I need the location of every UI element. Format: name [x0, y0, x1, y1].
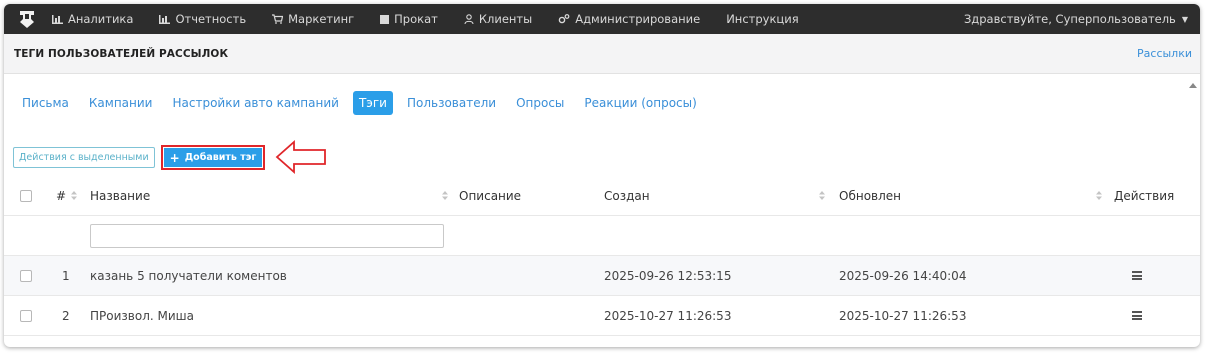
tabs: Письма Кампании Настройки авто кампаний … — [4, 74, 1200, 120]
tab-tags[interactable]: Тэги — [352, 91, 393, 115]
page-title: ТЕГИ ПОЛЬЗОВАТЕЛЕЙ РАССЫЛОК — [14, 47, 229, 60]
logo-icon[interactable] — [16, 8, 38, 30]
cart-icon — [272, 14, 284, 24]
row-checkbox[interactable] — [20, 269, 32, 282]
table-row[interactable]: 1 казань 5 получатели коментов 2025-09-2… — [4, 256, 1200, 296]
add-tag-highlight: + Добавить тэг — [160, 145, 266, 170]
add-tag-label: Добавить тэг — [184, 152, 257, 163]
table-row[interactable]: 2 ПРоизвол. Миша 2025-10-27 11:26:53 202… — [4, 296, 1200, 336]
annotation-arrow-icon — [275, 140, 326, 174]
nav-item-administration[interactable]: Администрирование — [558, 12, 700, 26]
mailings-link[interactable]: Рассылки — [1137, 47, 1192, 60]
select-all-cell — [20, 176, 32, 215]
nav-item-clients[interactable]: Клиенты — [464, 12, 532, 26]
bar-chart-icon — [52, 14, 63, 24]
nav-item-label: Прокат — [394, 12, 438, 26]
user-menu[interactable]: Здравствуйте, Суперпользователь ▼ — [964, 4, 1188, 34]
tab-polls[interactable]: Опросы — [510, 91, 570, 115]
nav-item-instructions[interactable]: Инструкция — [726, 12, 798, 26]
column-actions: Действия — [1114, 176, 1174, 215]
row-actions-menu-icon[interactable] — [1132, 271, 1142, 280]
select-all-checkbox[interactable] — [20, 189, 32, 202]
add-tag-button[interactable]: + Добавить тэг — [163, 148, 263, 167]
column-description-label: Описание — [459, 188, 522, 203]
row-name: казань 5 получатели коментов — [90, 268, 287, 283]
nav-item-label: Клиенты — [478, 12, 533, 26]
tab-poll-reactions[interactable]: Реакции (опросы) — [578, 91, 702, 115]
column-number-label: # — [56, 188, 67, 203]
nav-item-rental[interactable]: Прокат — [380, 12, 438, 26]
tab-users[interactable]: Пользователи — [401, 91, 502, 115]
row-select-cell — [20, 296, 32, 335]
sort-updated-icon[interactable] — [1096, 176, 1102, 215]
toolbar: Действия с выделенными + Добавить тэг — [13, 145, 266, 170]
nav-item-label: Администрирование — [575, 12, 701, 26]
bar-chart-icon — [159, 14, 171, 24]
user-icon — [464, 14, 474, 24]
row-created: 2025-09-26 12:53:15 — [604, 268, 732, 283]
column-created[interactable]: Создан — [604, 176, 650, 215]
row-updated: 2025-09-26 14:40:04 — [839, 268, 967, 283]
row-select-cell — [20, 256, 32, 295]
nav-item-marketing[interactable]: Маркетинг — [272, 12, 354, 26]
row-name: ПРоизвол. Миша — [90, 308, 194, 323]
row-actions-cell — [1132, 256, 1142, 295]
sort-icon — [71, 191, 78, 200]
top-navbar: Аналитика Отчетность Маркетинг Прокат Кл… — [4, 4, 1200, 34]
row-number: 2 — [62, 308, 70, 323]
column-actions-label: Действия — [1114, 188, 1175, 203]
name-filter-input[interactable] — [90, 223, 444, 248]
column-name[interactable]: Название — [90, 176, 150, 215]
square-icon — [380, 14, 390, 24]
nav-item-analytics[interactable]: Аналитика — [52, 12, 133, 26]
tab-auto-campaign-settings[interactable]: Настройки авто кампаний — [166, 91, 344, 115]
nav-item-label: Аналитика — [68, 12, 134, 26]
tags-table: # Название Описание Создан Обновлен Дейс… — [4, 176, 1200, 336]
column-number[interactable]: # — [56, 176, 78, 215]
table-filter-row — [4, 216, 1200, 256]
plus-icon: + — [169, 150, 180, 165]
gears-icon — [558, 14, 570, 24]
row-created: 2025-10-27 11:26:53 — [604, 308, 732, 323]
greeting-text: Здравствуйте, Суперпользователь — [963, 12, 1176, 26]
nav-item-label: Отчетность — [175, 12, 247, 26]
row-actions-cell — [1132, 296, 1142, 335]
column-description[interactable]: Описание — [459, 176, 521, 215]
page-header: ТЕГИ ПОЛЬЗОВАТЕЛЕЙ РАССЫЛОК Рассылки — [4, 34, 1200, 74]
row-updated: 2025-10-27 11:26:53 — [839, 308, 967, 323]
sort-name-icon[interactable] — [442, 176, 448, 215]
table-header-row: # Название Описание Создан Обновлен Дейс… — [4, 176, 1200, 216]
column-created-label: Создан — [604, 188, 650, 203]
nav-item-label: Инструкция — [726, 12, 799, 26]
tab-letters[interactable]: Письма — [16, 91, 75, 115]
scroll-up-icon[interactable] — [1189, 81, 1197, 89]
name-filter-cell — [90, 216, 444, 255]
nav-item-label: Маркетинг — [288, 12, 355, 26]
caret-down-icon: ▼ — [1181, 14, 1188, 24]
column-updated-label: Обновлен — [839, 188, 902, 203]
row-number: 1 — [62, 268, 70, 283]
column-updated[interactable]: Обновлен — [839, 176, 901, 215]
app-window: Аналитика Отчетность Маркетинг Прокат Кл… — [4, 4, 1200, 347]
sort-created-icon[interactable] — [819, 176, 825, 215]
bulk-actions-button[interactable]: Действия с выделенными — [13, 147, 155, 168]
column-name-label: Название — [90, 188, 151, 203]
tab-campaigns[interactable]: Кампании — [83, 91, 159, 115]
nav-item-reports[interactable]: Отчетность — [159, 12, 246, 26]
row-actions-menu-icon[interactable] — [1132, 311, 1142, 320]
row-checkbox[interactable] — [20, 309, 32, 322]
